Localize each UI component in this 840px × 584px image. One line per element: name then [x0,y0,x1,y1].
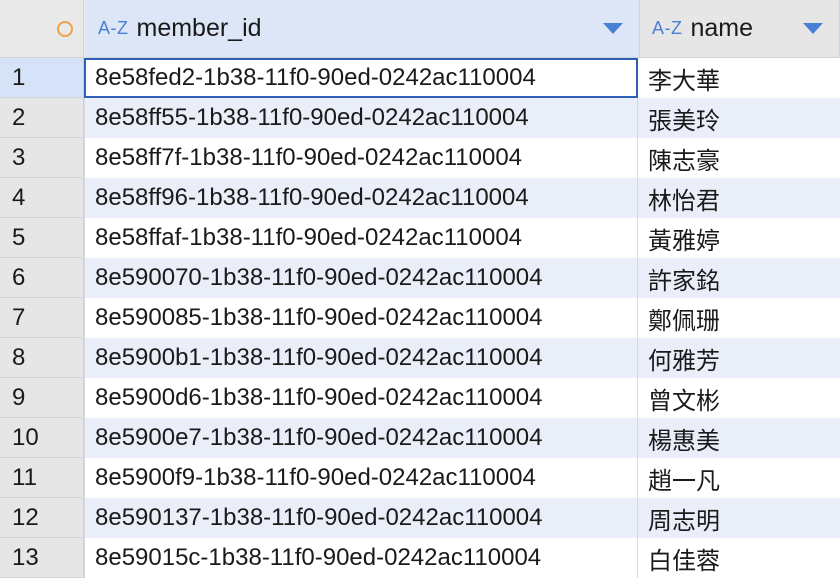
name-cell[interactable]: 張美玲 [638,98,840,138]
member-id-cell[interactable]: 8e5900d6-1b38-11f0-90ed-0242ac110004 [84,378,638,418]
member-id-cell[interactable]: 8e58fed2-1b38-11f0-90ed-0242ac110004 [84,58,638,98]
table-row[interactable]: 13 8e59015c-1b38-11f0-90ed-0242ac110004 白佳… [0,538,840,578]
circle-icon [57,20,73,37]
table-row[interactable]: 3 8e58ff7f-1b38-11f0-90ed-0242ac110004 陳志豪 [0,138,840,178]
row-number[interactable]: 8 [0,338,84,378]
table-row[interactable]: 6 8e590070-1b38-11f0-90ed-0242ac110004 許家銘 [0,258,840,298]
name-cell[interactable]: 楊惠美 [638,418,840,458]
column-header-name[interactable]: A-Z name [640,0,840,58]
table-row[interactable]: 1 8e58fed2-1b38-11f0-90ed-0242ac110004 李大華 [0,58,840,98]
name-cell[interactable]: 林怡君 [638,178,840,218]
text-type-icon: A-Z [98,18,129,38]
row-number[interactable]: 1 [0,58,84,98]
name-cell[interactable]: 周志明 [638,498,840,538]
name-cell[interactable]: 許家銘 [638,258,840,298]
row-number[interactable]: 7 [0,298,84,338]
member-id-cell[interactable]: 8e590070-1b38-11f0-90ed-0242ac110004 [84,258,638,298]
member-id-cell[interactable]: 8e59015c-1b38-11f0-90ed-0242ac110004 [84,538,638,578]
member-id-cell[interactable]: 8e590137-1b38-11f0-90ed-0242ac110004 [84,498,638,538]
table-row[interactable]: 7 8e590085-1b38-11f0-90ed-0242ac110004 鄭佩珊 [0,298,840,338]
table-row[interactable]: 8 8e5900b1-1b38-11f0-90ed-0242ac110004 何雅芳 [0,338,840,378]
member-id-cell[interactable]: 8e58ff55-1b38-11f0-90ed-0242ac110004 [84,98,638,138]
name-cell[interactable]: 白佳蓉 [638,538,840,578]
table-row[interactable]: 9 8e5900d6-1b38-11f0-90ed-0242ac110004 曾文彬 [0,378,840,418]
name-cell[interactable]: 黃雅婷 [638,218,840,258]
name-cell[interactable]: 陳志豪 [638,138,840,178]
name-cell[interactable]: 李大華 [638,58,840,98]
member-id-cell[interactable]: 8e5900f9-1b38-11f0-90ed-0242ac110004 [84,458,638,498]
name-cell[interactable]: 趙一凡 [638,458,840,498]
grid-body: 1 8e58fed2-1b38-11f0-90ed-0242ac110004 李大華… [0,58,840,578]
row-number[interactable]: 5 [0,218,84,258]
row-number[interactable]: 12 [0,498,84,538]
column-header-member-id[interactable]: A-Z member_id [84,0,640,58]
member-id-cell[interactable]: 8e5900e7-1b38-11f0-90ed-0242ac110004 [84,418,638,458]
member-id-cell[interactable]: 8e58ff96-1b38-11f0-90ed-0242ac110004 [84,178,638,218]
row-number[interactable]: 4 [0,178,84,218]
name-cell[interactable]: 鄭佩珊 [638,298,840,338]
column-title: name [690,14,754,42]
row-number[interactable]: 3 [0,138,84,178]
row-number[interactable]: 11 [0,458,84,498]
row-number[interactable]: 9 [0,378,84,418]
member-id-cell[interactable]: 8e58ffaf-1b38-11f0-90ed-0242ac110004 [84,218,638,258]
row-number[interactable]: 2 [0,98,84,138]
row-number[interactable]: 6 [0,258,84,298]
table-row[interactable]: 12 8e590137-1b38-11f0-90ed-0242ac110004 周志… [0,498,840,538]
row-number[interactable]: 10 [0,418,84,458]
row-number[interactable]: 13 [0,538,84,578]
table-row[interactable]: 10 8e5900e7-1b38-11f0-90ed-0242ac110004 楊惠… [0,418,840,458]
table-row[interactable]: 5 8e58ffaf-1b38-11f0-90ed-0242ac110004 黃雅婷 [0,218,840,258]
member-id-cell[interactable]: 8e58ff7f-1b38-11f0-90ed-0242ac110004 [84,138,638,178]
name-cell[interactable]: 何雅芳 [638,338,840,378]
member-id-cell[interactable]: 8e5900b1-1b38-11f0-90ed-0242ac110004 [84,338,638,378]
dropdown-arrow-icon[interactable] [603,23,623,34]
member-id-cell[interactable]: 8e590085-1b38-11f0-90ed-0242ac110004 [84,298,638,338]
dropdown-arrow-icon[interactable] [803,23,823,34]
column-title: member_id [136,14,262,42]
data-grid: A-Z member_id A-Z name 1 8e58fed2-1b38-11… [0,0,840,584]
text-type-icon: A-Z [652,18,683,38]
name-cell[interactable]: 曾文彬 [638,378,840,418]
grid-header: A-Z member_id A-Z name [0,0,840,58]
table-row[interactable]: 2 8e58ff55-1b38-11f0-90ed-0242ac110004 張美玲 [0,98,840,138]
select-all-corner[interactable] [0,0,84,58]
table-row[interactable]: 11 8e5900f9-1b38-11f0-90ed-0242ac110004 趙一… [0,458,840,498]
table-row[interactable]: 4 8e58ff96-1b38-11f0-90ed-0242ac110004 林怡君 [0,178,840,218]
